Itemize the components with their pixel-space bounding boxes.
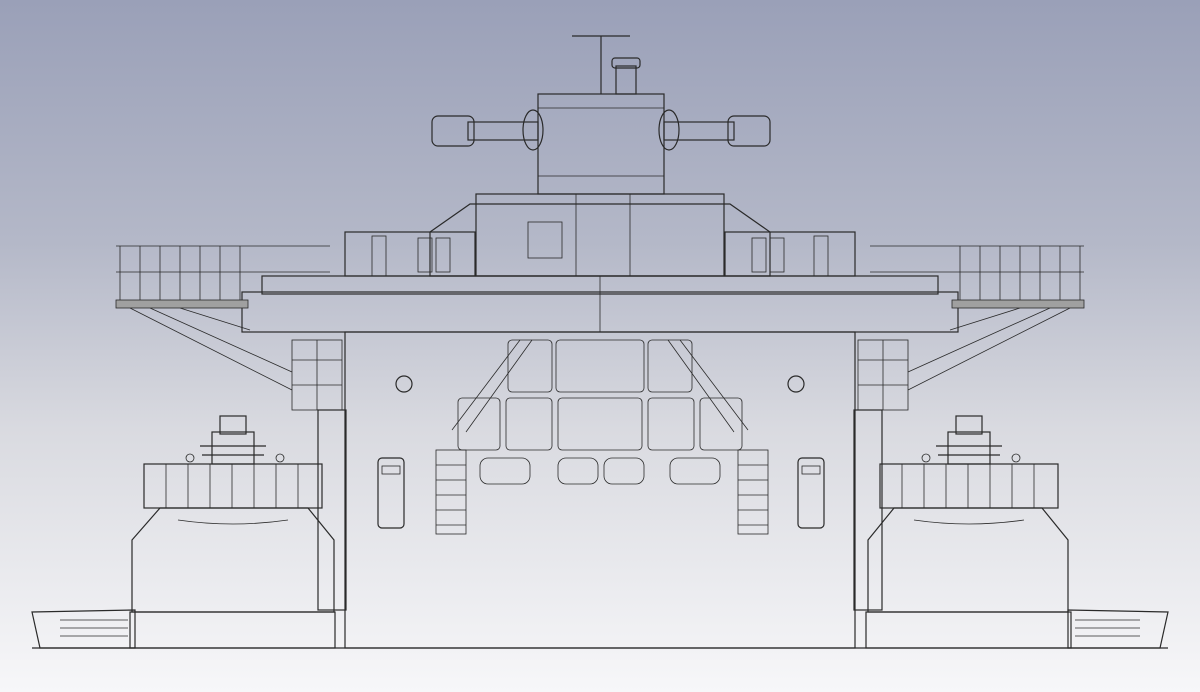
left-wing-railing — [115, 245, 330, 309]
left-base-deck — [31, 609, 336, 649]
left-deckhouse — [344, 231, 476, 277]
right-wing-railing — [870, 245, 1085, 309]
right-porthole — [787, 375, 805, 393]
right-support-truss — [853, 307, 1071, 611]
left-barbette — [131, 463, 335, 613]
bridge-deck — [241, 275, 959, 333]
tower-access-ladder — [527, 221, 563, 259]
ship-superstructure-model[interactable] — [0, 0, 1200, 692]
cad-viewport[interactable] — [0, 0, 1200, 692]
right-vertical-ladder — [737, 449, 769, 535]
right-deckhouse — [724, 231, 856, 277]
conning-tower-base — [429, 193, 771, 277]
left-support-truss — [129, 307, 347, 611]
left-aa-gun-mount — [185, 415, 285, 465]
right-barbette — [867, 463, 1069, 613]
fire-control-director — [431, 35, 771, 195]
left-vertical-ladder — [435, 449, 467, 535]
main-superstructure-block — [344, 331, 856, 649]
right-base-deck — [865, 609, 1169, 649]
left-porthole — [395, 375, 413, 393]
right-aa-gun-mount — [921, 415, 1021, 465]
